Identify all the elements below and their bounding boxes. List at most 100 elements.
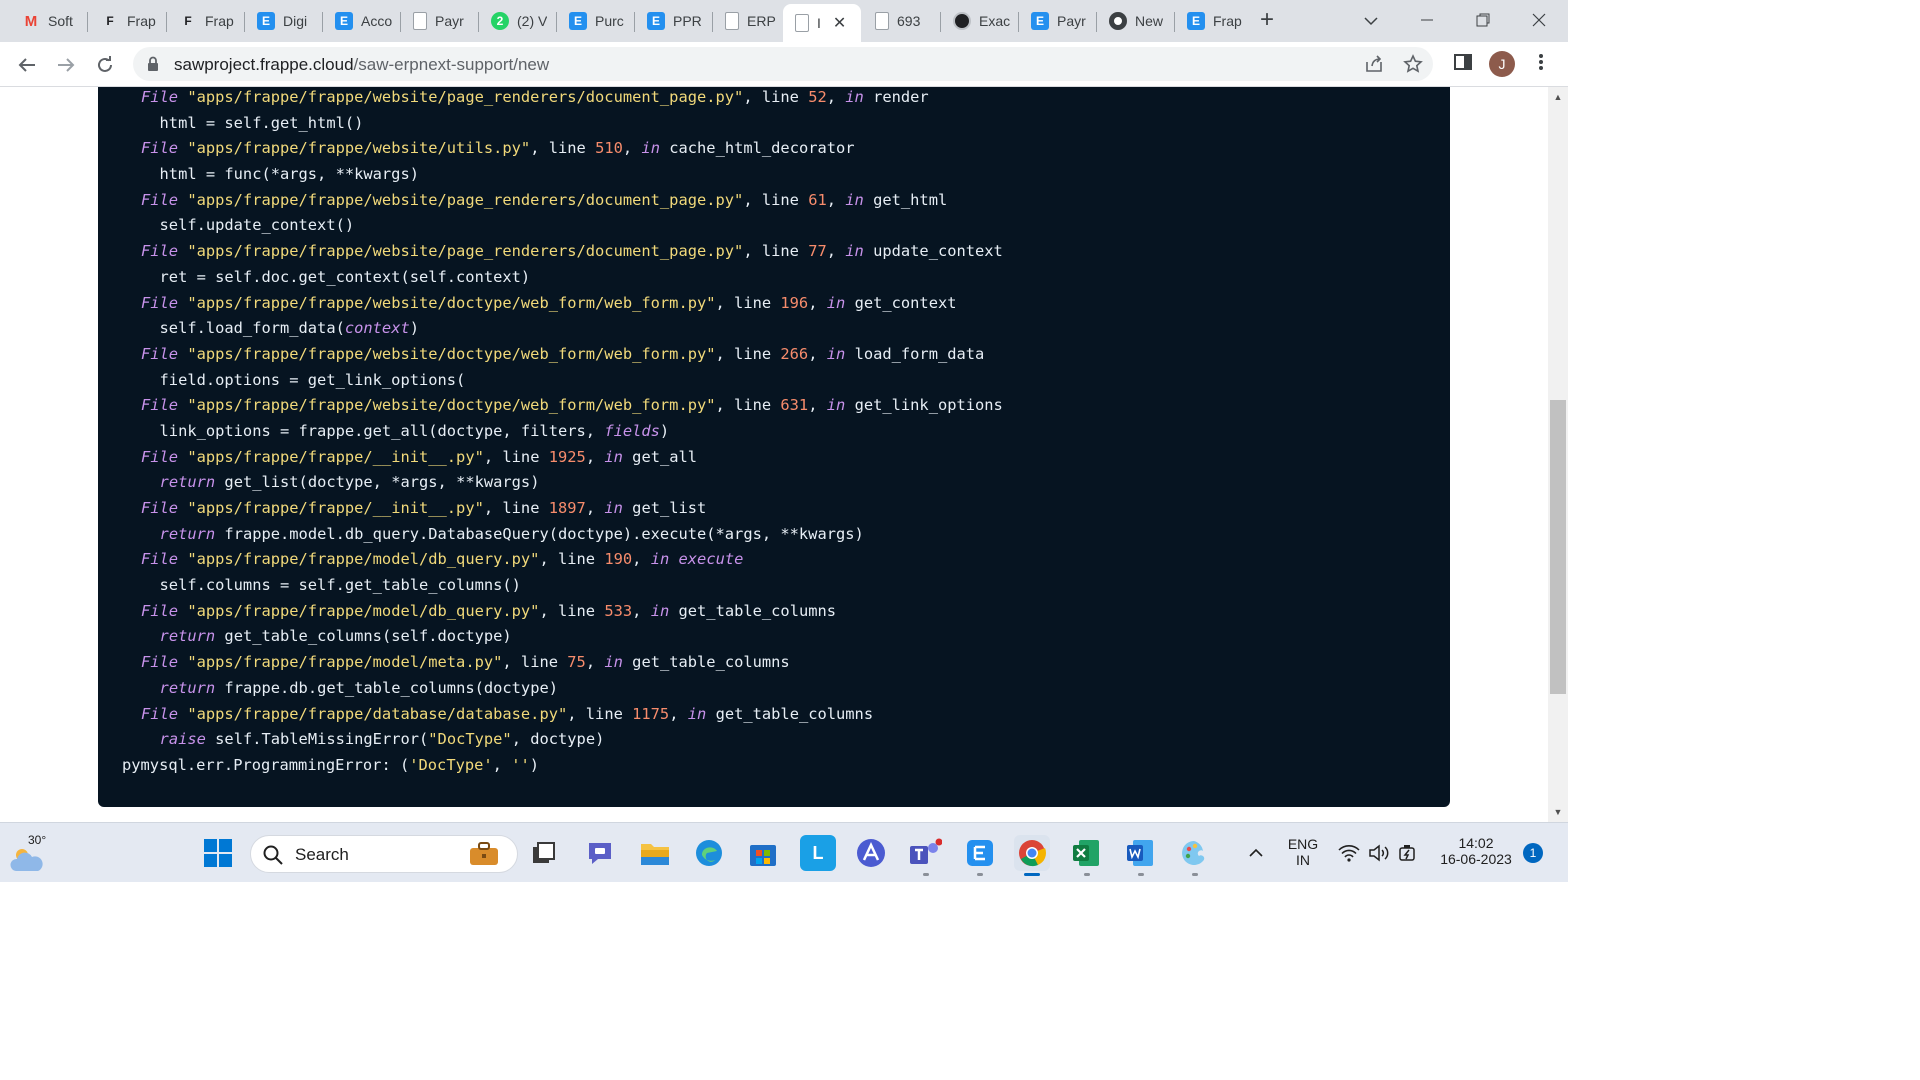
scroll-up-arrow-icon[interactable]: ▲ (1548, 89, 1568, 105)
browser-tab[interactable]: Exac (941, 6, 1017, 36)
restore-button[interactable] (1468, 6, 1498, 34)
forward-button[interactable] (51, 50, 81, 80)
code-token: "apps/frappe/frappe/website/page_rendere… (187, 88, 744, 106)
browser-tab[interactable]: E Acco (323, 6, 399, 36)
code-token: , line (715, 396, 781, 415)
taskbar-search[interactable]: Search (250, 835, 518, 873)
reload-button[interactable] (90, 50, 120, 80)
code-token: ) (659, 421, 670, 440)
file-explorer-icon[interactable] (637, 835, 673, 871)
microsoft-store-icon[interactable] (745, 835, 781, 871)
share-icon[interactable] (1363, 54, 1385, 76)
code-token: load_form_data (845, 344, 985, 363)
code-token: , line (715, 293, 781, 312)
start-button[interactable] (200, 835, 236, 871)
code-token: render (863, 88, 929, 106)
code-token: "apps/frappe/frappe/website/doctype/web_… (187, 293, 716, 312)
tab-title: Acco (361, 13, 393, 29)
excel-icon[interactable] (1068, 835, 1104, 871)
search-label: Search (295, 845, 349, 864)
browser-tab[interactable]: E Payr (1019, 6, 1095, 36)
profile-avatar[interactable]: J (1489, 51, 1515, 77)
browser-tab[interactable]: M Soft (10, 6, 86, 36)
browser-tab[interactable]: I ✕ (783, 4, 861, 42)
close-window-button[interactable] (1524, 6, 1554, 34)
code-token: get_table_columns (622, 653, 790, 672)
tab-title: ERP (747, 13, 776, 29)
browser-tab[interactable]: F Frap (89, 6, 165, 36)
code-token: , (669, 704, 688, 723)
code-token: get_list(doctype, *args, **kwargs) (215, 473, 540, 492)
task-view-icon[interactable] (526, 835, 562, 871)
new-tab-button[interactable]: + (1254, 8, 1280, 34)
language-indicator[interactable]: ENG IN (1282, 836, 1324, 868)
scroll-down-arrow-icon[interactable]: ▼ (1548, 804, 1568, 820)
edge-icon[interactable] (691, 835, 727, 871)
code-token: 631 (780, 396, 809, 415)
chrome-icon (1109, 12, 1127, 30)
side-panel-icon[interactable] (1452, 53, 1474, 75)
wifi-icon[interactable] (1336, 835, 1362, 871)
code-token: get_link_options (845, 396, 1003, 415)
show-hidden-icons-chevron-icon[interactable] (1240, 835, 1272, 871)
address-bar[interactable]: sawproject.frappe.cloud/saw-erpnext-supp… (133, 47, 1433, 81)
briefcase-icon (470, 842, 498, 865)
code-token: get_table_columns (706, 704, 874, 723)
more-menu-icon[interactable] (1530, 53, 1552, 75)
code-token: self.load_form_data( (141, 319, 345, 338)
battery-charging-icon[interactable] (1396, 835, 1422, 871)
traceback-code-line: return frappe.db.get_table_columns(docty… (122, 676, 1003, 702)
browser-tab[interactable]: E Purc (557, 6, 633, 36)
lock-icon (148, 56, 158, 71)
browser-tab[interactable]: E Digi (245, 6, 321, 36)
close-icon (1532, 13, 1546, 27)
back-button[interactable] (12, 50, 42, 80)
tab-separator (87, 12, 88, 32)
browser-tab[interactable]: E PPR (635, 6, 711, 36)
code-token: "DocType" (428, 730, 512, 749)
browser-tab[interactable]: 2 (2) V (479, 6, 555, 36)
code-token: get_all (622, 447, 698, 466)
browser-tab[interactable]: Payr (401, 6, 477, 36)
cloud-sun-icon (10, 849, 43, 871)
code-token: in (826, 293, 846, 312)
code-token: 'DocType' (409, 755, 493, 774)
triangle-app-icon[interactable] (853, 835, 889, 871)
bookmark-star-icon[interactable] (1402, 54, 1424, 76)
weather-widget[interactable]: 30° (10, 831, 60, 875)
chrome-taskbar-icon[interactable] (1014, 835, 1050, 871)
word-icon[interactable] (1122, 835, 1158, 871)
traceback-file-line: File "apps/frappe/frappe/website/utils.p… (122, 136, 1003, 162)
browser-tab[interactable]: 693 (863, 6, 939, 36)
browser-tab[interactable]: E Frap (1175, 6, 1251, 36)
l-app-icon[interactable]: L (800, 835, 836, 871)
browser-tab[interactable]: ERP (713, 6, 781, 36)
code-token: "apps/frappe/frappe/model/db_query.py" (187, 550, 540, 569)
code-token: , (808, 396, 827, 415)
teams-chat-icon[interactable] (582, 835, 618, 871)
minimize-button[interactable] (1412, 6, 1442, 34)
code-token: "apps/frappe/frappe/website/page_rendere… (187, 242, 744, 261)
notification-badge[interactable]: 1 (1523, 843, 1543, 863)
tab-search-button[interactable] (1356, 6, 1386, 34)
volume-icon[interactable] (1366, 835, 1392, 871)
tab-title: Frap (127, 13, 156, 29)
code-token: fields (604, 421, 660, 440)
clock[interactable]: 14:02 16-06-2023 (1430, 835, 1522, 867)
code-token: File (141, 550, 188, 569)
page-scrollbar[interactable]: ▲ ▼ (1548, 87, 1568, 822)
url-text[interactable]: sawproject.frappe.cloud/saw-erpnext-supp… (174, 55, 549, 75)
close-tab-icon[interactable]: ✕ (833, 13, 846, 33)
tab-title: Payr (435, 13, 464, 29)
browser-tab[interactable]: New (1097, 6, 1173, 36)
scroll-thumb[interactable] (1550, 400, 1566, 694)
erpnext-taskbar-icon[interactable] (962, 835, 998, 871)
browser-tab[interactable]: F Frap (167, 6, 243, 36)
paint-icon[interactable] (1176, 835, 1212, 871)
traceback-code-line: ret = self.doc.get_context(self.context) (122, 265, 1003, 291)
teams-icon[interactable] (907, 835, 943, 871)
code-token: in (604, 653, 623, 672)
code-token: "apps/frappe/frappe/website/utils.py" (187, 139, 531, 158)
